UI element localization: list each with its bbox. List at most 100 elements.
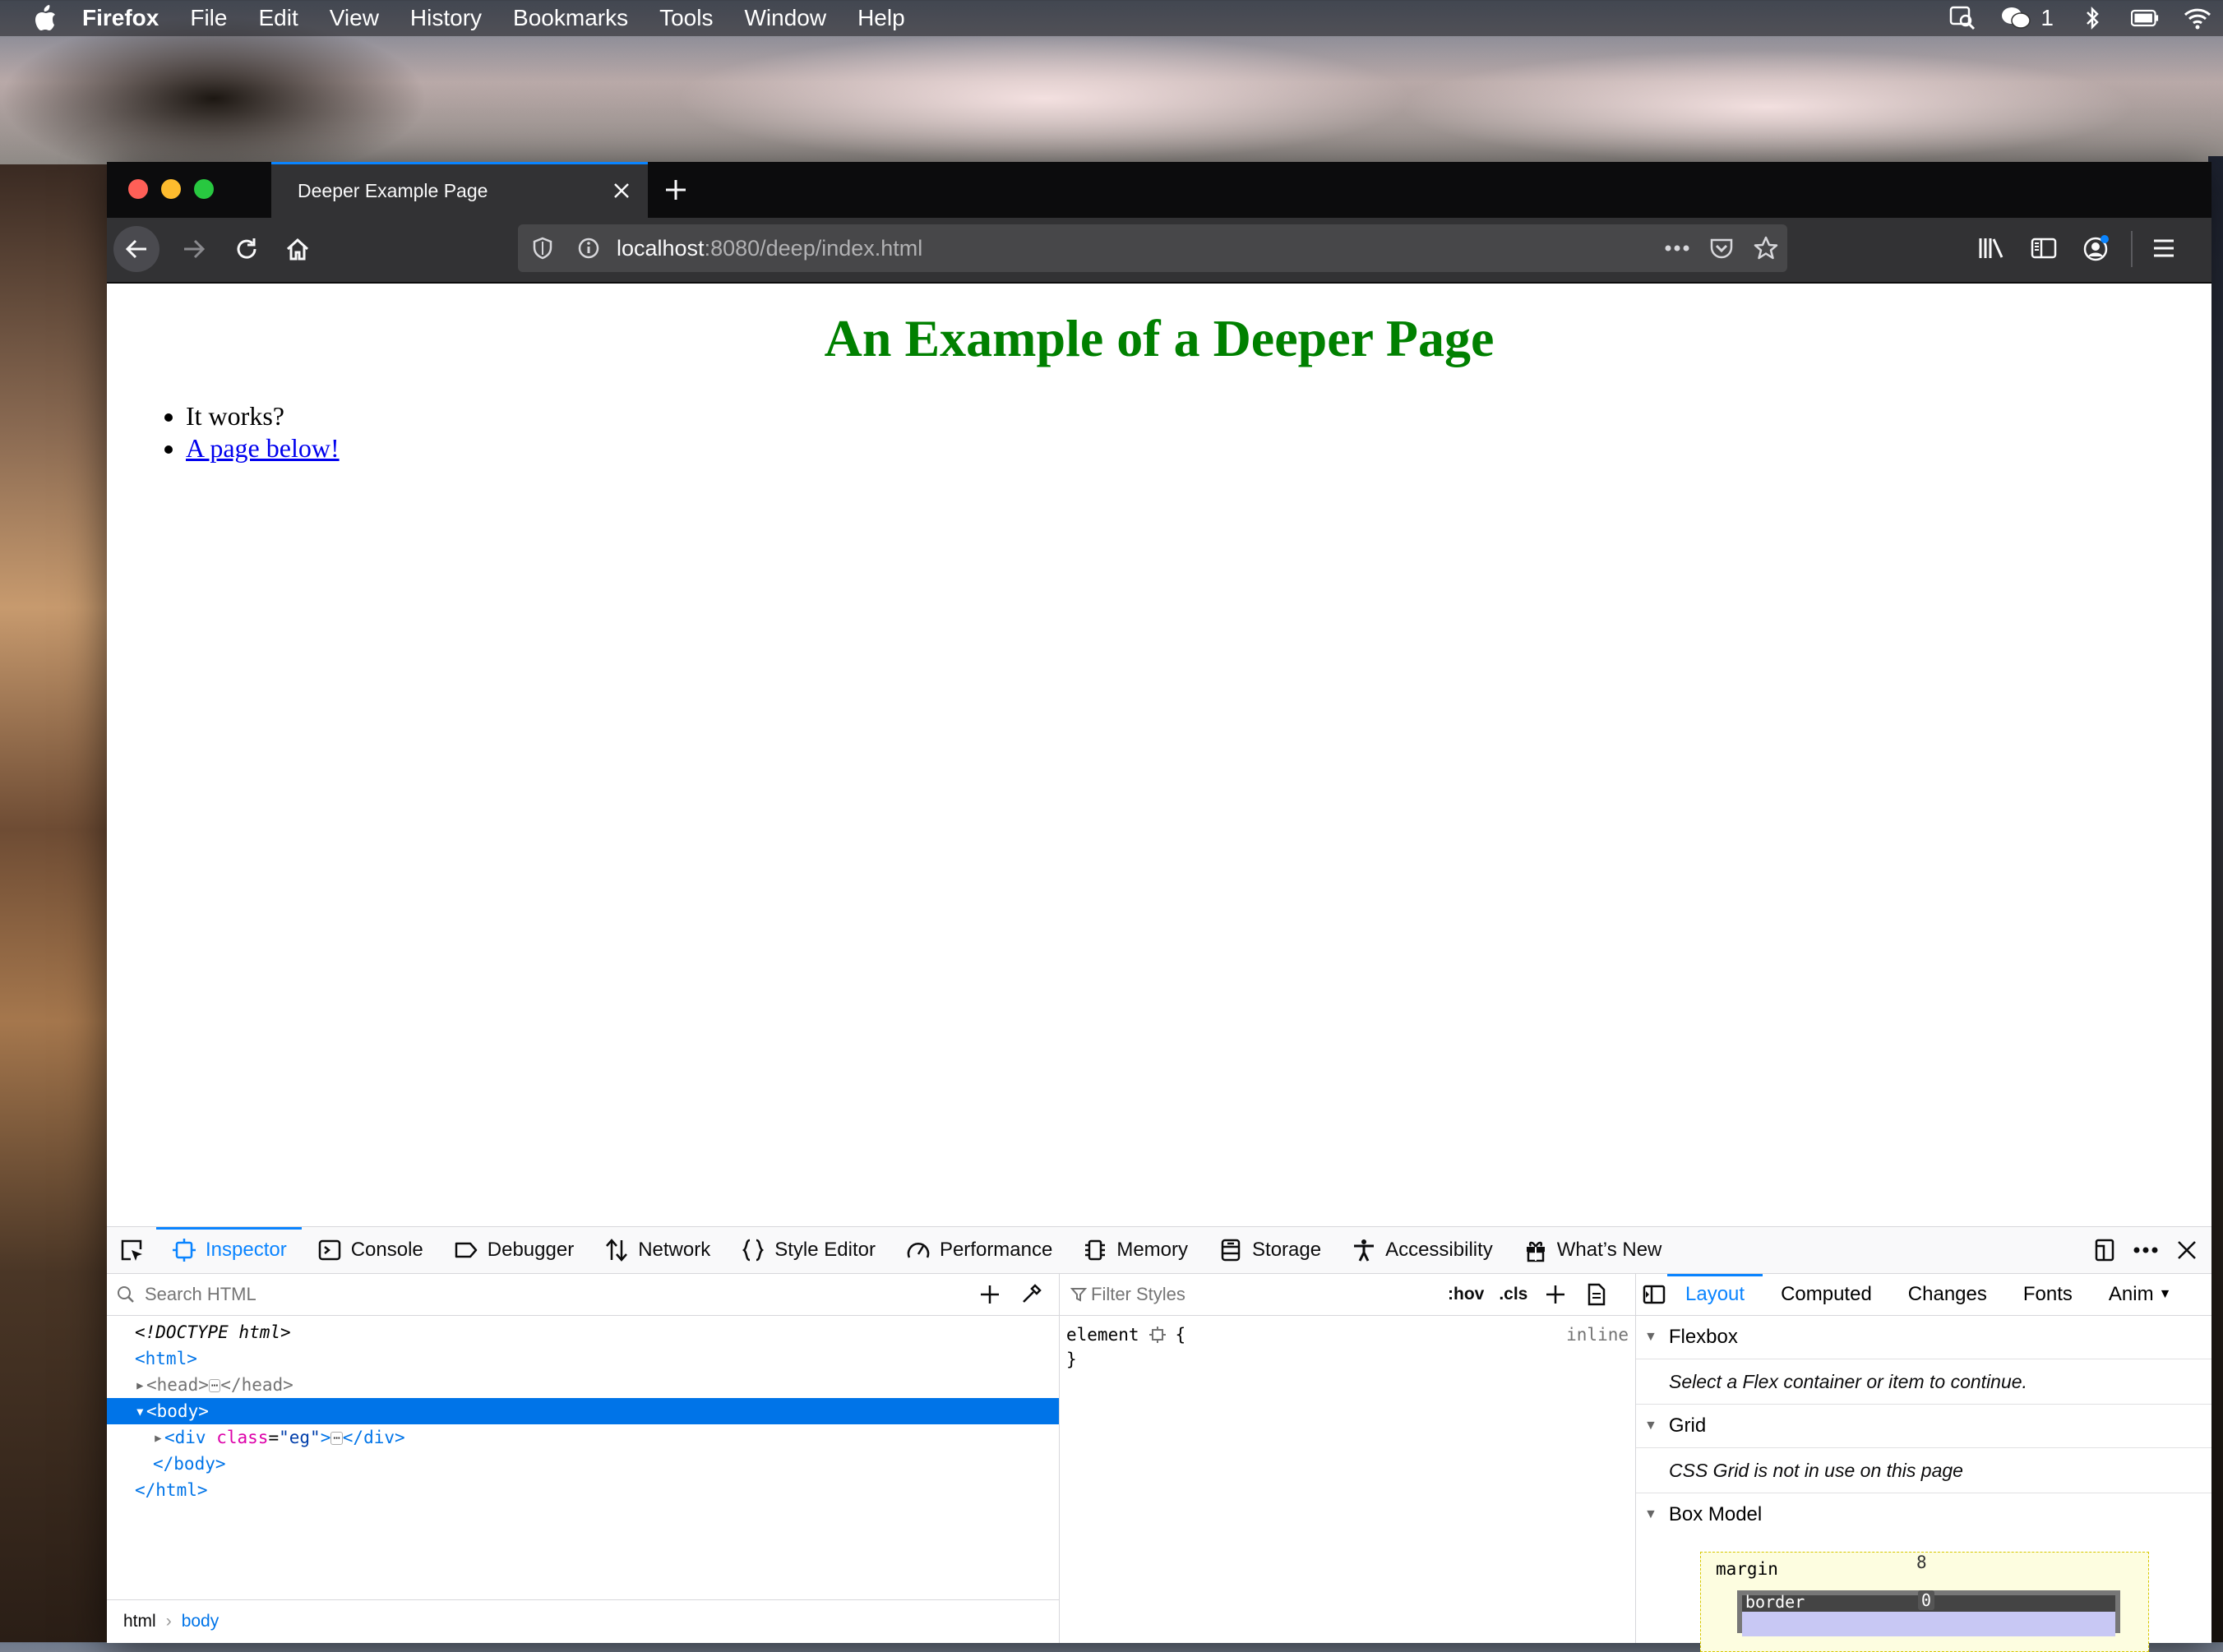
box-model-padding[interactable]	[1742, 1612, 2115, 1636]
filter-styles-input[interactable]	[1089, 1283, 1438, 1306]
box-model-section-header[interactable]: ▼ Box Model	[1636, 1493, 2211, 1536]
tab-debugger[interactable]: Debugger	[438, 1227, 589, 1273]
collapsed-ellipsis-icon[interactable]: ⋯	[330, 1432, 343, 1445]
collapsed-ellipsis-icon[interactable]: ⋯	[208, 1379, 221, 1392]
bookmark-star-icon[interactable]	[1749, 232, 1782, 265]
tab-accessibility-label: Accessibility	[1385, 1239, 1493, 1261]
pocket-icon[interactable]	[1705, 232, 1738, 265]
battery-icon[interactable]	[2131, 6, 2159, 30]
menu-file[interactable]: File	[190, 5, 227, 31]
forward-button[interactable]	[171, 226, 217, 272]
tab-layout[interactable]: Layout	[1667, 1274, 1763, 1315]
tab-memory[interactable]: Memory	[1067, 1227, 1203, 1273]
collapse-arrow-icon[interactable]: ▾	[135, 1398, 146, 1424]
element-picker-button[interactable]	[107, 1227, 156, 1273]
back-button[interactable]	[113, 226, 159, 272]
search-html-input[interactable]	[143, 1283, 968, 1306]
box-model-border[interactable]: border 0	[1737, 1590, 2120, 1636]
tab-animations[interactable]: Anim	[2091, 1274, 2159, 1315]
add-node-icon[interactable]	[977, 1281, 1003, 1308]
eyedropper-icon[interactable]	[1018, 1281, 1044, 1308]
cls-toggle[interactable]: .cls	[1499, 1285, 1527, 1304]
page-below-link[interactable]: A page below!	[186, 433, 340, 463]
tabs-overflow-chevron-icon[interactable]: ▼	[2159, 1287, 2172, 1302]
sidebar-tabs: Layout Computed Changes Fonts Anim ▼	[1636, 1274, 2211, 1316]
menu-edit[interactable]: Edit	[258, 5, 298, 31]
wechat-icon[interactable]: 1	[2001, 5, 2054, 30]
site-info-icon[interactable]	[572, 232, 605, 265]
box-model-border-top-value[interactable]: 0	[1918, 1590, 1935, 1610]
expand-arrow-icon[interactable]: ▸	[135, 1372, 146, 1398]
toolbar-separator	[2131, 231, 2133, 267]
tab-computed[interactable]: Computed	[1763, 1274, 1890, 1315]
tab-accessibility[interactable]: Accessibility	[1336, 1227, 1508, 1273]
tree-node-body-selected[interactable]: ▾<body>	[107, 1398, 1059, 1424]
more-options-icon[interactable]	[2133, 1237, 2159, 1263]
tab-changes[interactable]: Changes	[1890, 1274, 2005, 1315]
hov-toggle[interactable]: :hov	[1448, 1285, 1484, 1304]
tab-whats-new[interactable]: What’s New	[1508, 1227, 1677, 1273]
menu-app-name[interactable]: Firefox	[82, 5, 159, 31]
menu-view[interactable]: View	[330, 5, 379, 31]
box-model-margin-top-value[interactable]: 8	[1916, 1553, 1927, 1572]
menu-help[interactable]: Help	[857, 5, 905, 31]
gift-icon	[1523, 1237, 1549, 1263]
tracking-protection-shield-icon[interactable]	[526, 232, 559, 265]
tab-deeper-example-page[interactable]: Deeper Example Page	[271, 162, 648, 218]
wifi-icon[interactable]	[2184, 6, 2211, 30]
url-bar[interactable]: localhost:8080/deep/index.html	[518, 224, 1787, 272]
grid-section-header[interactable]: ▼ Grid	[1636, 1405, 2211, 1448]
div-attr-value: "eg"	[279, 1428, 321, 1447]
sidebar-toggle-icon[interactable]	[2021, 224, 2067, 272]
box-model-border-label: border	[1745, 1592, 1805, 1612]
apple-logo-icon[interactable]	[31, 4, 59, 32]
tree-node-html[interactable]: <html>	[107, 1345, 1059, 1372]
account-icon[interactable]	[2073, 224, 2119, 272]
hamburger-menu-icon[interactable]	[2141, 224, 2187, 272]
box-model-margin[interactable]: margin 8 border 0	[1700, 1552, 2149, 1652]
expand-arrow-icon[interactable]: ▸	[153, 1424, 164, 1451]
div-open-tag: <div	[164, 1428, 206, 1447]
new-tab-icon[interactable]	[658, 172, 694, 208]
zoom-window-button[interactable]	[194, 179, 214, 199]
screen-search-icon[interactable]	[1948, 6, 1976, 30]
reload-button[interactable]	[224, 226, 270, 272]
tab-inspector[interactable]: Inspector	[156, 1227, 302, 1273]
add-rule-icon[interactable]	[1542, 1281, 1569, 1308]
tab-storage[interactable]: Storage	[1203, 1227, 1336, 1273]
flexbox-section-header[interactable]: ▼ Flexbox	[1636, 1316, 2211, 1359]
menu-window[interactable]: Window	[744, 5, 826, 31]
search-icon	[115, 1281, 136, 1308]
toggle-sidebar-icon[interactable]	[1641, 1281, 1667, 1308]
dock-side-icon[interactable]	[2091, 1237, 2118, 1263]
menu-history[interactable]: History	[410, 5, 482, 31]
firefox-window: Deeper Example Page localhost:8080/deep/…	[107, 162, 2211, 1652]
close-window-button[interactable]	[128, 179, 148, 199]
tree-node-doctype[interactable]: <!DOCTYPE html>	[107, 1319, 1059, 1345]
menu-tools[interactable]: Tools	[659, 5, 713, 31]
tab-style-editor[interactable]: Style Editor	[725, 1227, 890, 1273]
tab-performance[interactable]: Performance	[890, 1227, 1067, 1273]
breadcrumb-html[interactable]: html	[123, 1612, 156, 1631]
page-content: An Example of a Deeper Page It works? A …	[107, 284, 2211, 1225]
library-icon[interactable]	[1968, 224, 2014, 272]
close-devtools-icon[interactable]	[2174, 1237, 2200, 1263]
bluetooth-icon[interactable]	[2078, 6, 2106, 30]
console-icon	[317, 1237, 343, 1263]
tree-node-head[interactable]: ▸<head> ⋯ </head>	[107, 1372, 1059, 1398]
tab-fonts[interactable]: Fonts	[2005, 1274, 2091, 1315]
breadcrumb-body[interactable]: body	[182, 1612, 220, 1631]
tab-console[interactable]: Console	[302, 1227, 438, 1273]
menu-bookmarks[interactable]: Bookmarks	[513, 5, 628, 31]
node-target-icon[interactable]	[1148, 1322, 1166, 1347]
tree-node-div[interactable]: ▸<div class="eg"> ⋯ </div>	[107, 1424, 1059, 1451]
minimize-window-button[interactable]	[161, 179, 181, 199]
tab-network[interactable]: Network	[589, 1227, 725, 1273]
close-tab-icon[interactable]	[607, 176, 636, 205]
macos-menu-bar: Firefox File Edit View History Bookmarks…	[0, 0, 2223, 36]
home-button[interactable]	[275, 226, 321, 272]
print-media-icon[interactable]	[1583, 1281, 1610, 1308]
rule-source[interactable]: inline	[1566, 1322, 1629, 1347]
page-actions-icon[interactable]	[1661, 232, 1694, 265]
collapse-arrow-icon: ▼	[1644, 1330, 1657, 1344]
